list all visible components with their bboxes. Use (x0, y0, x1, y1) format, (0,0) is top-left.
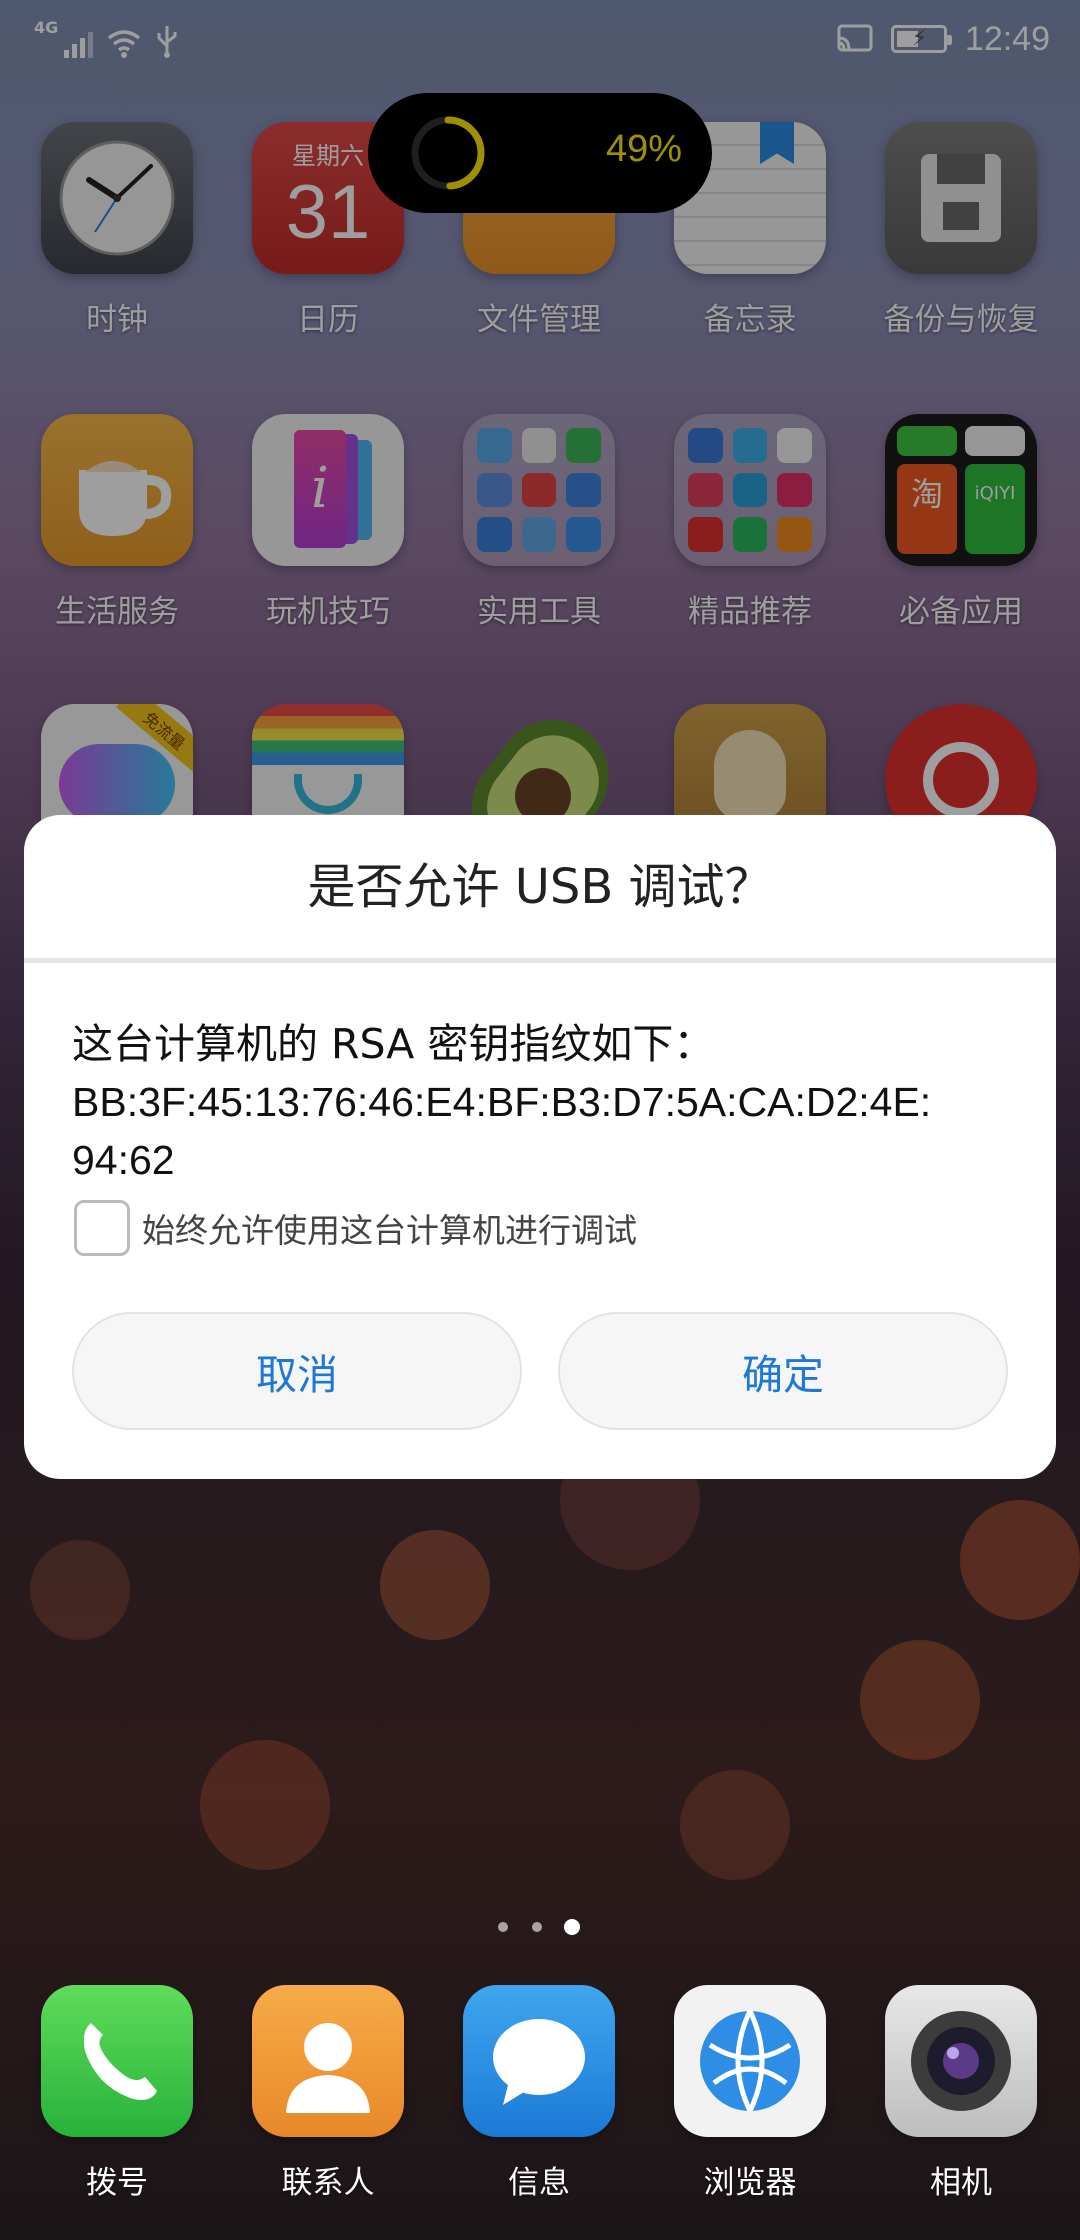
dock-app-phone[interactable]: 拨号 (12, 1985, 222, 2202)
dialog-title: 是否允许 USB 调试？ (307, 859, 773, 915)
usb-debugging-dialog: 是否允许 USB 调试？ 这台计算机的 RSA 密钥指纹如下： BB:3F:45… (24, 815, 1056, 1479)
dock-app-contacts[interactable]: 联系人 (223, 1985, 433, 2202)
phone-icon (41, 1985, 193, 2137)
camera-icon (885, 1985, 1037, 2137)
dock-label: 相机 (930, 2165, 992, 2201)
dock-label: 联系人 (281, 2165, 375, 2201)
contacts-icon (252, 1985, 404, 2137)
ok-button[interactable]: 确定 (558, 1312, 1008, 1430)
page-dot-3-current (564, 1919, 580, 1935)
browser-icon (674, 1985, 826, 2137)
page-dot-1 (498, 1922, 508, 1932)
dock-label: 拨号 (86, 2165, 148, 2201)
fingerprint-value-2: 94:62 (72, 1137, 175, 1183)
always-allow-checkbox[interactable]: 始终允许使用这台计算机进行调试 (74, 1200, 637, 1256)
dialog-divider (24, 958, 1056, 963)
dock-label: 浏览器 (703, 2165, 797, 2201)
cancel-button[interactable]: 取消 (72, 1312, 522, 1430)
checkbox-label: 始终允许使用这台计算机进行调试 (142, 1211, 637, 1250)
page-dot-2 (532, 1922, 542, 1932)
dock-app-camera[interactable]: 相机 (856, 1985, 1066, 2202)
page-indicator (492, 1912, 592, 1942)
dock-app-messages[interactable]: 信息 (434, 1985, 644, 2202)
checkbox-box[interactable] (74, 1200, 130, 1256)
dialog-message: 这台计算机的 RSA 密钥指纹如下： BB:3F:45:13:76:46:E4:… (72, 1015, 1012, 1189)
message-icon (463, 1985, 615, 2137)
fingerprint-label: 这台计算机的 RSA 密钥指纹如下： (72, 1020, 715, 1068)
dock-app-browser[interactable]: 浏览器 (645, 1985, 855, 2202)
dock-label: 信息 (508, 2165, 570, 2201)
fingerprint-value: BB:3F:45:13:76:46:E4:BF:B3:D7:5A:CA:D2:4… (72, 1079, 932, 1125)
